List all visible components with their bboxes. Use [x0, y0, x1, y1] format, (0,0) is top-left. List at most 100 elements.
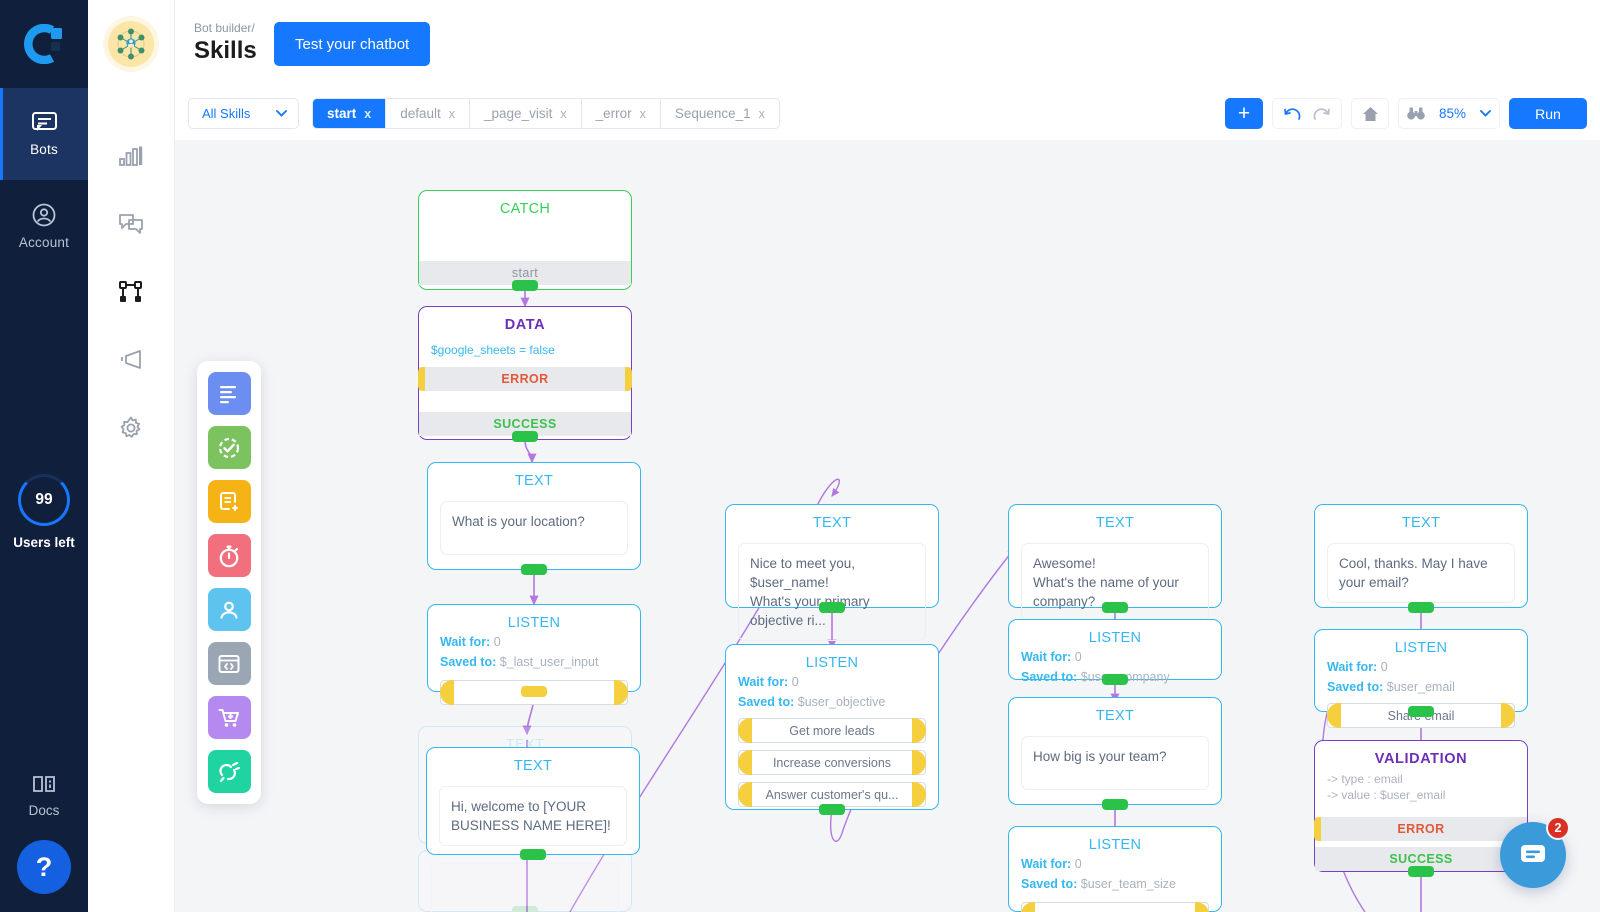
- node-message-text[interactable]: Cool, thanks. May I have your email?: [1327, 543, 1515, 603]
- conversations-icon[interactable]: [116, 209, 146, 239]
- cart-plus-icon: [216, 705, 242, 731]
- output-port[interactable]: [520, 849, 546, 860]
- node-text-team-size[interactable]: TEXT How big is your team?: [1008, 697, 1222, 805]
- flow-builder-icon[interactable]: [116, 277, 146, 307]
- node-text-location[interactable]: TEXT What is your location?: [427, 462, 641, 570]
- node-data-google-sheets[interactable]: DATA $google_sheets = false ERROR SUCCES…: [418, 306, 632, 440]
- choice-port-left[interactable]: [738, 718, 752, 743]
- choice-port-right[interactable]: [1501, 703, 1515, 728]
- node-message-text[interactable]: How big is your team?: [1021, 736, 1209, 790]
- palette-delay-block[interactable]: [208, 534, 251, 577]
- node-validation-email[interactable]: VALIDATION -> type : email -> value : $u…: [1314, 740, 1528, 872]
- tab-start[interactable]: startx: [313, 99, 386, 128]
- choice-port-left[interactable]: [1021, 902, 1035, 912]
- node-catch-start[interactable]: CATCH start: [418, 190, 632, 290]
- error-port-left[interactable]: [1314, 817, 1321, 841]
- tab-error[interactable]: _errorx: [582, 99, 661, 128]
- node-listen-team-size[interactable]: LISTEN Wait for: 0 Saved to: $user_team_…: [1008, 826, 1222, 912]
- palette-listen-block[interactable]: [208, 588, 251, 631]
- sidebar-item-bots[interactable]: Bots: [0, 88, 88, 180]
- tab-close-icon[interactable]: x: [449, 107, 455, 121]
- choice-port-right[interactable]: [1195, 902, 1209, 912]
- tab-close-icon[interactable]: x: [640, 107, 646, 121]
- output-port[interactable]: [1408, 866, 1434, 877]
- choice-port-left[interactable]: [1327, 703, 1341, 728]
- output-port[interactable]: [1408, 706, 1434, 717]
- palette-data-block[interactable]: [208, 480, 251, 523]
- node-palette: [197, 361, 261, 804]
- analytics-bars-icon[interactable]: [116, 141, 146, 171]
- palette-text-block[interactable]: [208, 372, 251, 415]
- output-port[interactable]: [512, 280, 538, 291]
- node-strip-label: SUCCESS: [1389, 852, 1452, 866]
- error-port-left[interactable]: [418, 367, 425, 391]
- node-text-objective[interactable]: TEXT Nice to meet you, $user_name! What'…: [725, 504, 939, 608]
- node-strip-success[interactable]: SUCCESS: [1315, 847, 1527, 871]
- tab-page_visit[interactable]: _page_visitx: [470, 99, 582, 128]
- output-port[interactable]: [819, 804, 845, 815]
- choice-port-right[interactable]: [614, 680, 628, 705]
- node-strip-error[interactable]: ERROR: [1315, 817, 1527, 841]
- test-your-chatbot-button[interactable]: Test your chatbot: [274, 22, 430, 66]
- choice-port-left[interactable]: [738, 750, 752, 775]
- brand-c-logo-icon[interactable]: [0, 0, 88, 88]
- node-listen-last-input[interactable]: LISTEN Wait for: 0 Saved to: $_last_user…: [427, 604, 641, 692]
- choice-port-right[interactable]: [912, 750, 926, 775]
- error-port-right[interactable]: [625, 367, 632, 391]
- node-type-label: LISTEN: [428, 605, 640, 631]
- bot-network-avatar-icon[interactable]: [108, 21, 154, 67]
- reset-view-button[interactable]: [1351, 98, 1389, 129]
- settings-gear-icon[interactable]: [116, 413, 146, 443]
- sidebar-item-docs[interactable]: Docs: [29, 773, 60, 818]
- palette-code-block[interactable]: [208, 642, 251, 685]
- node-strip-success[interactable]: SUCCESS: [419, 412, 631, 436]
- node-type-label: TEXT: [1009, 505, 1221, 531]
- choice-port-left[interactable]: [738, 782, 752, 807]
- choice-port-right[interactable]: [912, 718, 926, 743]
- run-button[interactable]: Run: [1509, 98, 1587, 129]
- node-message-text[interactable]: Hi, welcome to [YOUR BUSINESS NAME HERE]…: [439, 786, 627, 846]
- node-listen-objective[interactable]: LISTEN Wait for: 0 Saved to: $user_objec…: [725, 644, 939, 810]
- output-port[interactable]: [1408, 602, 1434, 613]
- output-port[interactable]: [521, 686, 547, 697]
- output-port[interactable]: [512, 431, 538, 442]
- node-text-company[interactable]: TEXT Awesome! What's the name of your co…: [1008, 504, 1222, 608]
- all-skills-dropdown[interactable]: All Skills: [188, 98, 299, 129]
- tab-default[interactable]: defaultx: [386, 99, 470, 128]
- output-port[interactable]: [521, 564, 547, 575]
- redo-arrow-icon[interactable]: [1313, 107, 1331, 121]
- broadcast-megaphone-icon[interactable]: [116, 345, 146, 375]
- help-button[interactable]: ?: [17, 840, 71, 894]
- flow-canvas[interactable]: CATCH start DATA $google_sheets = false …: [175, 140, 1600, 912]
- zoom-level-dropdown[interactable]: 85%: [1398, 98, 1500, 129]
- undo-arrow-icon[interactable]: [1283, 107, 1301, 121]
- palette-validation-block[interactable]: [208, 426, 251, 469]
- node-message-text[interactable]: Nice to meet you, $user_name! What's you…: [738, 543, 926, 641]
- node-listen-company[interactable]: LISTEN Wait for: 0 Saved to: $user_compa…: [1008, 619, 1222, 680]
- tab-sequence_1[interactable]: Sequence_1x: [661, 99, 779, 128]
- node-wait-for: Wait for: 0: [1009, 646, 1221, 666]
- output-port[interactable]: [1102, 602, 1128, 613]
- choice-option[interactable]: [1021, 902, 1209, 912]
- node-text-welcome[interactable]: TEXT Hi, welcome to [YOUR BUSINESS NAME …: [426, 747, 640, 855]
- tab-close-icon[interactable]: x: [759, 107, 765, 121]
- tab-close-icon[interactable]: x: [560, 107, 566, 121]
- choice-option[interactable]: Increase conversions: [738, 750, 926, 775]
- node-listen-email[interactable]: LISTEN Wait for: 0 Saved to: $user_email…: [1314, 629, 1528, 712]
- palette-integration-block[interactable]: [208, 750, 251, 793]
- palette-cart-block[interactable]: [208, 696, 251, 739]
- tab-close-icon[interactable]: x: [364, 107, 371, 121]
- node-strip-start[interactable]: start: [419, 261, 631, 285]
- node-message-text[interactable]: What is your location?: [440, 501, 628, 555]
- output-port[interactable]: [1102, 799, 1128, 810]
- choice-port-left[interactable]: [440, 680, 454, 705]
- sidebar-item-label-docs: Docs: [29, 803, 60, 818]
- add-node-button[interactable]: +: [1225, 98, 1263, 129]
- output-port[interactable]: [819, 602, 845, 613]
- node-text-email[interactable]: TEXT Cool, thanks. May I have your email…: [1314, 504, 1528, 608]
- choice-port-right[interactable]: [912, 782, 926, 807]
- sidebar-item-account[interactable]: Account: [0, 180, 88, 272]
- choice-option[interactable]: Get more leads: [738, 718, 926, 743]
- output-port[interactable]: [1102, 674, 1128, 685]
- node-strip-error[interactable]: ERROR: [419, 367, 631, 391]
